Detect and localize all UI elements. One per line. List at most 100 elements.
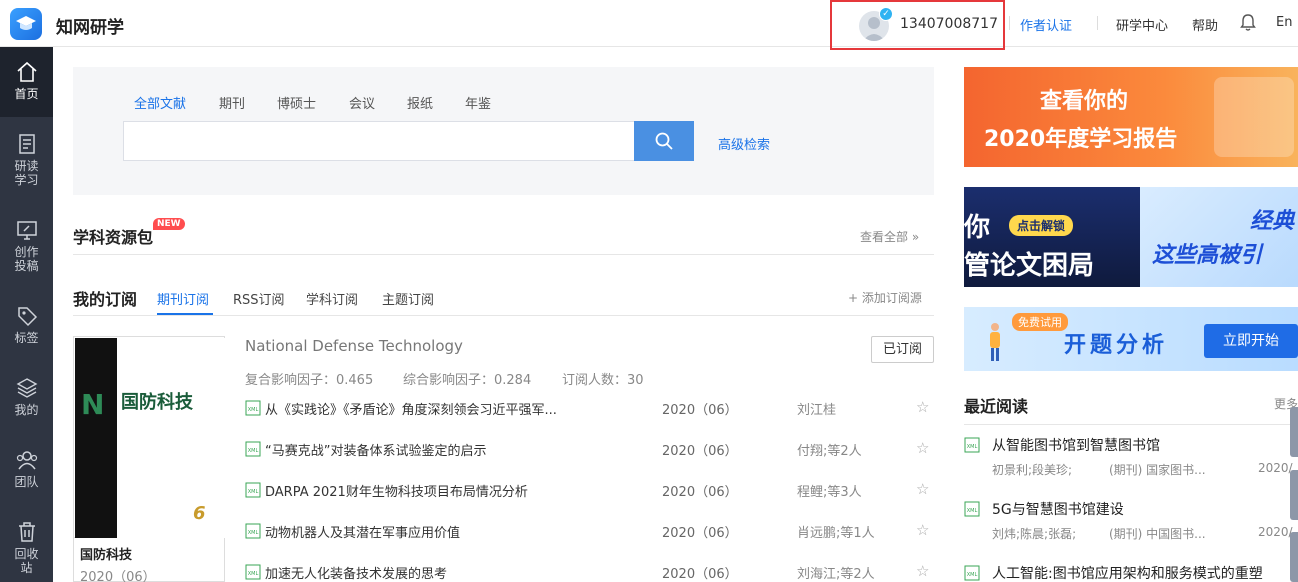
tab-topic-subscription[interactable]: 主题订阅	[382, 289, 434, 308]
banner-text: 2020年度学习报告	[984, 127, 1178, 152]
banner-decoration	[1214, 77, 1294, 157]
xml-file-icon: XML	[245, 564, 261, 580]
star-icon[interactable]: ☆	[916, 480, 929, 498]
add-subscription-label: 添加订阅源	[861, 291, 922, 305]
sidebar-item-team[interactable]: 团队	[0, 449, 53, 489]
cover-title: 国防科技	[121, 392, 193, 413]
journal-cover[interactable]: N 国防科技 6	[73, 336, 225, 538]
xml-file-icon: XML	[245, 482, 261, 498]
top-bar: 知网研学 ✓ 13407008717 作者认证 研学中心 帮助 En	[0, 0, 1298, 50]
search-tab-journal[interactable]: 期刊	[219, 93, 245, 112]
journal-name-cn[interactable]: 国防科技	[80, 544, 132, 563]
article-issue: 2020（06）	[662, 485, 738, 500]
language-switch[interactable]: En	[1276, 15, 1292, 30]
recent-item-title[interactable]: 从智能图书馆到智慧图书馆	[992, 435, 1160, 455]
tab-subject-subscription[interactable]: 学科订阅	[306, 289, 358, 308]
layers-icon	[16, 378, 37, 398]
banner-text: 经典	[1250, 209, 1295, 234]
advanced-search-link[interactable]: 高级检索	[718, 134, 770, 153]
divider	[73, 254, 934, 255]
view-all-link[interactable]: 查看全部 »	[860, 228, 919, 245]
proposal-analysis-banner[interactable]: 免费试用 开题分析 立即开始	[964, 307, 1298, 371]
search-tab-yearbook[interactable]: 年鉴	[465, 93, 491, 112]
subscriptions-title: 我的订阅	[73, 290, 138, 309]
article-title[interactable]: “马赛克战”对装备体系试验鉴定的启示	[265, 440, 486, 459]
star-icon[interactable]: ☆	[916, 562, 929, 580]
sidebar: 首页 研读学习 创作投稿 标签 我的 团队 回收站	[0, 47, 53, 582]
subscriber-count: 订阅人数：30	[562, 373, 644, 388]
floating-side-tab[interactable]	[1290, 532, 1298, 582]
tab-rss-subscription[interactable]: RSS订阅	[233, 289, 285, 308]
xml-file-icon: XML	[964, 565, 980, 581]
recent-item-date: 2020/	[1258, 461, 1293, 475]
search-tab-thesis[interactable]: 博硕士	[277, 93, 316, 112]
article-row[interactable]: XML 从《实践论》《矛盾论》角度深刻领会习近平强军... 2020（06） 刘…	[245, 398, 934, 418]
recent-item-title[interactable]: 5G与智慧图书馆建设	[992, 499, 1124, 519]
divider	[964, 424, 1298, 425]
sidebar-item-home[interactable]: 首页	[0, 47, 53, 117]
document-icon	[18, 134, 35, 154]
resource-pack-title: 学科资源包	[73, 228, 154, 247]
sidebar-item-tags[interactable]: 标签	[0, 305, 53, 345]
unlock-banner[interactable]: 你 点击解锁 管论文困局 经典 这些高被引	[964, 187, 1298, 287]
sidebar-item-study[interactable]: 研读学习	[0, 133, 53, 187]
help-link[interactable]: 帮助	[1192, 15, 1218, 34]
floating-side-tab[interactable]	[1290, 407, 1298, 457]
free-trial-badge: 免费试用	[1012, 313, 1068, 331]
article-author: 刘江桂	[797, 403, 837, 418]
impact-factor-composite: 复合影响因子：0.465	[245, 373, 374, 388]
sidebar-item-mine[interactable]: 我的	[0, 377, 53, 417]
article-author: 付翔;等2人	[797, 444, 862, 459]
start-now-button[interactable]: 立即开始	[1204, 324, 1298, 358]
search-button[interactable]	[634, 121, 694, 161]
research-center-link[interactable]: 研学中心	[1116, 15, 1168, 34]
xml-file-icon: XML	[964, 437, 980, 453]
article-title[interactable]: 加速无人化装备技术发展的思考	[265, 563, 447, 582]
sidebar-item-label: 研读学习	[14, 159, 39, 187]
trash-icon	[18, 522, 35, 542]
recent-item[interactable]: XML 人工智能:图书馆应用架构和服务模式的重塑	[964, 563, 1298, 582]
sidebar-item-write[interactable]: 创作投稿	[0, 219, 53, 273]
user-phone[interactable]: 13407008717	[900, 16, 998, 32]
app-logo-icon[interactable]	[10, 8, 42, 40]
unlock-pill: 点击解锁	[1009, 215, 1074, 236]
tab-journal-subscription[interactable]: 期刊订阅	[157, 289, 209, 308]
article-row[interactable]: XML 加速无人化装备技术发展的思考 2020（06） 刘海江;等2人 ☆	[245, 562, 934, 582]
journal-issue: 2020（06）	[80, 570, 156, 582]
sidebar-item-label: 创作投稿	[14, 245, 39, 273]
article-row[interactable]: XML 动物机器人及其潜在军事应用价值 2020（06） 肖远鹏;等1人 ☆	[245, 521, 934, 541]
article-row[interactable]: XML “马赛克战”对装备体系试验鉴定的启示 2020（06） 付翔;等2人 ☆	[245, 439, 934, 459]
sidebar-item-trash[interactable]: 回收站	[0, 521, 53, 575]
recent-item-title[interactable]: 人工智能:图书馆应用架构和服务模式的重塑	[992, 563, 1263, 582]
bell-icon[interactable]	[1240, 13, 1256, 35]
search-icon	[655, 132, 673, 150]
recent-item[interactable]: XML 从智能图书馆到智慧图书馆 初景利;段美珍; (期刊) 国家图书... 2…	[964, 435, 1298, 485]
search-tab-all[interactable]: 全部文献	[134, 93, 186, 112]
add-subscription-button[interactable]: + 添加订阅源	[848, 289, 922, 306]
search-tab-conference[interactable]: 会议	[349, 93, 375, 112]
journal-name-en[interactable]: National Defense Technology	[245, 337, 463, 355]
user-account-box[interactable]: ✓ 13407008717	[830, 0, 1005, 50]
article-title[interactable]: 从《实践论》《矛盾论》角度深刻领会习近平强军...	[265, 399, 557, 418]
monitor-edit-icon	[16, 221, 37, 240]
search-tab-newspaper[interactable]: 报纸	[407, 93, 433, 112]
annual-report-banner[interactable]: 查看你的 2020年度学习报告	[964, 67, 1298, 167]
article-row[interactable]: XML DARPA 2021财年生物科技项目布局情况分析 2020（06） 程鲤…	[245, 480, 934, 500]
journal-cover-caption: 国防科技 2020（06）	[73, 538, 225, 582]
star-icon[interactable]: ☆	[916, 521, 929, 539]
recent-item-source: (期刊) 国家图书...	[1109, 463, 1206, 477]
article-title[interactable]: DARPA 2021财年生物科技项目布局情况分析	[265, 481, 528, 500]
app-title[interactable]: 知网研学	[56, 13, 124, 38]
article-issue: 2020（06）	[662, 403, 738, 418]
star-icon[interactable]: ☆	[916, 398, 929, 416]
recent-item[interactable]: XML 5G与智慧图书馆建设 刘炜;陈晨;张磊; (期刊) 中国图书... 20…	[964, 499, 1298, 549]
article-title[interactable]: 动物机器人及其潜在军事应用价值	[265, 522, 460, 541]
star-icon[interactable]: ☆	[916, 439, 929, 457]
divider	[1009, 16, 1010, 30]
svg-text:XML: XML	[248, 530, 259, 536]
subscribed-button[interactable]: 已订阅	[871, 336, 934, 363]
search-input[interactable]	[123, 121, 635, 161]
author-cert-link[interactable]: 作者认证	[1020, 15, 1072, 34]
xml-file-icon: XML	[245, 441, 261, 457]
floating-side-tab[interactable]	[1290, 470, 1298, 520]
